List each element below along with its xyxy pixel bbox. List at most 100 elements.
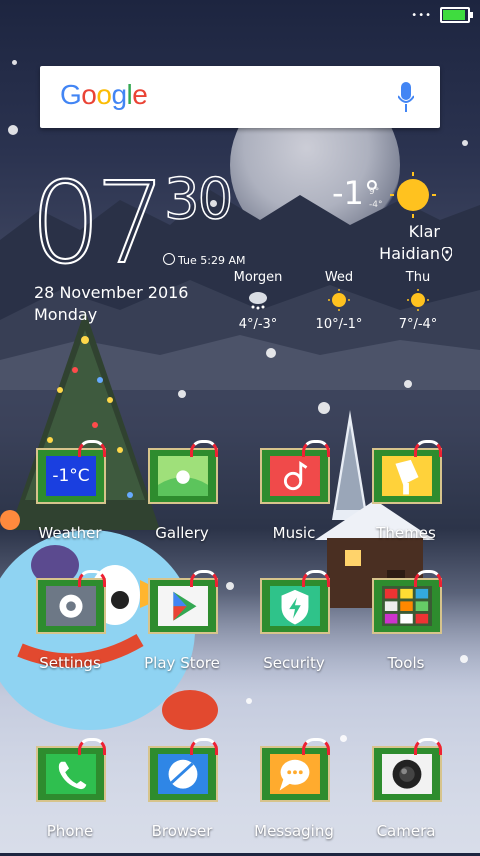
snowflake xyxy=(178,390,186,398)
weekday-text: Monday xyxy=(34,305,98,324)
snowflake xyxy=(12,60,17,65)
candy-cane-icon xyxy=(78,570,106,587)
candy-cane-icon xyxy=(190,440,218,457)
security-icon xyxy=(270,586,320,627)
app-tile xyxy=(372,570,442,634)
alarm-text: Tue 5:29 AM xyxy=(178,254,246,267)
candy-cane-icon xyxy=(78,440,106,457)
gear-icon xyxy=(46,586,96,627)
app-label: Tools xyxy=(387,654,425,672)
app-tile xyxy=(260,570,330,634)
app-tile xyxy=(372,738,442,802)
app-tools[interactable]: Tools xyxy=(350,570,460,688)
app-label: Play Store xyxy=(144,654,220,672)
high-temp: 9° xyxy=(369,187,380,197)
alarm-info[interactable]: Tue 5:29 AM xyxy=(163,253,246,267)
sun-icon xyxy=(390,172,436,218)
forecast-day-1: Morgen 4°/-3° xyxy=(223,270,293,332)
app-tile xyxy=(260,738,330,802)
forecast-day-3: Thu 7°/-4° xyxy=(383,270,453,332)
snowflake xyxy=(8,125,18,135)
app-label: Themes xyxy=(376,524,436,542)
app-label: Security xyxy=(263,654,325,672)
app-security[interactable]: Security xyxy=(238,570,348,688)
app-tile: -1°C xyxy=(36,440,106,504)
clock-minutes[interactable]: 30 xyxy=(163,171,234,229)
snow-cloud-icon xyxy=(249,292,267,310)
app-phone[interactable]: Phone xyxy=(14,738,124,856)
candy-cane-icon xyxy=(190,570,218,587)
snowflake xyxy=(340,735,347,742)
candy-cane-icon xyxy=(78,738,106,755)
weather-condition: Klar xyxy=(408,222,440,241)
app-tile xyxy=(36,738,106,802)
app-play-store[interactable]: Play Store xyxy=(126,570,236,688)
forecast-day-label: Morgen xyxy=(233,270,283,285)
browser-icon xyxy=(158,754,208,795)
google-search-bar[interactable]: Google xyxy=(40,66,440,128)
camera-icon xyxy=(382,754,432,795)
candy-cane-icon xyxy=(190,738,218,755)
app-weather[interactable]: -1°C Weather xyxy=(14,440,124,558)
app-tile xyxy=(36,570,106,634)
gallery-icon xyxy=(158,456,208,497)
mic-icon[interactable] xyxy=(398,82,414,114)
sun-icon xyxy=(407,289,429,311)
google-logo: Google xyxy=(60,79,148,110)
location-pin-icon xyxy=(442,247,452,261)
dock: Phone Browser Messaging Camera xyxy=(0,738,480,856)
play-store-icon xyxy=(158,586,208,627)
clock-hours[interactable]: 07 xyxy=(29,167,167,281)
date-text: 28 November 2016 xyxy=(34,283,189,302)
app-tile xyxy=(148,738,218,802)
low-temp: -4° xyxy=(369,200,383,210)
app-themes[interactable]: Themes xyxy=(350,440,460,558)
app-camera[interactable]: Camera xyxy=(350,738,460,856)
snowflake xyxy=(462,140,468,146)
app-tile xyxy=(148,440,218,504)
snowflake xyxy=(246,698,252,704)
snowflake xyxy=(318,402,330,414)
app-label: Phone xyxy=(46,822,94,840)
signal-dots: ••• xyxy=(411,10,432,21)
app-label: Camera xyxy=(376,822,436,840)
app-music[interactable]: Music xyxy=(238,440,348,558)
forecast-day-label: Wed xyxy=(324,270,354,285)
snowflake xyxy=(404,380,412,388)
app-label: Gallery xyxy=(155,524,209,542)
forecast-temps: 10°/-1° xyxy=(315,317,363,332)
app-label: Weather xyxy=(38,524,102,542)
themes-icon xyxy=(382,456,432,497)
forecast-day-2: Wed 10°/-1° xyxy=(304,270,374,332)
candy-cane-icon xyxy=(302,570,330,587)
candy-cane-icon xyxy=(302,738,330,755)
music-icon xyxy=(270,456,320,497)
app-gallery[interactable]: Gallery xyxy=(126,440,236,558)
battery-fill xyxy=(443,10,465,20)
app-label: Music xyxy=(272,524,316,542)
weather-icon: -1°C xyxy=(46,456,96,496)
forecast-day-label: Thu xyxy=(405,270,431,285)
weather-location[interactable]: Haidian xyxy=(379,244,440,263)
phone-icon xyxy=(46,754,96,795)
app-tile xyxy=(260,440,330,504)
sun-icon xyxy=(328,289,350,311)
app-label: Messaging xyxy=(254,822,334,840)
tools-icon xyxy=(382,586,432,627)
app-browser[interactable]: Browser xyxy=(126,738,236,856)
app-tile xyxy=(372,440,442,504)
snowflake xyxy=(266,348,276,358)
alarm-clock-icon xyxy=(163,253,175,265)
app-label: Browser xyxy=(151,822,213,840)
forecast-temps: 7°/-4° xyxy=(398,317,438,332)
candy-cane-icon xyxy=(414,738,442,755)
forecast-temps: 4°/-3° xyxy=(238,317,278,332)
app-settings[interactable]: Settings xyxy=(14,570,124,688)
candy-cane-icon xyxy=(414,570,442,587)
high-low-temps: 9° -4° xyxy=(369,186,382,212)
battery-icon xyxy=(440,7,473,23)
app-messaging[interactable]: Messaging xyxy=(238,738,348,856)
app-label: Settings xyxy=(39,654,101,672)
status-bar: ••• xyxy=(0,0,480,28)
candy-cane-icon xyxy=(414,440,442,457)
